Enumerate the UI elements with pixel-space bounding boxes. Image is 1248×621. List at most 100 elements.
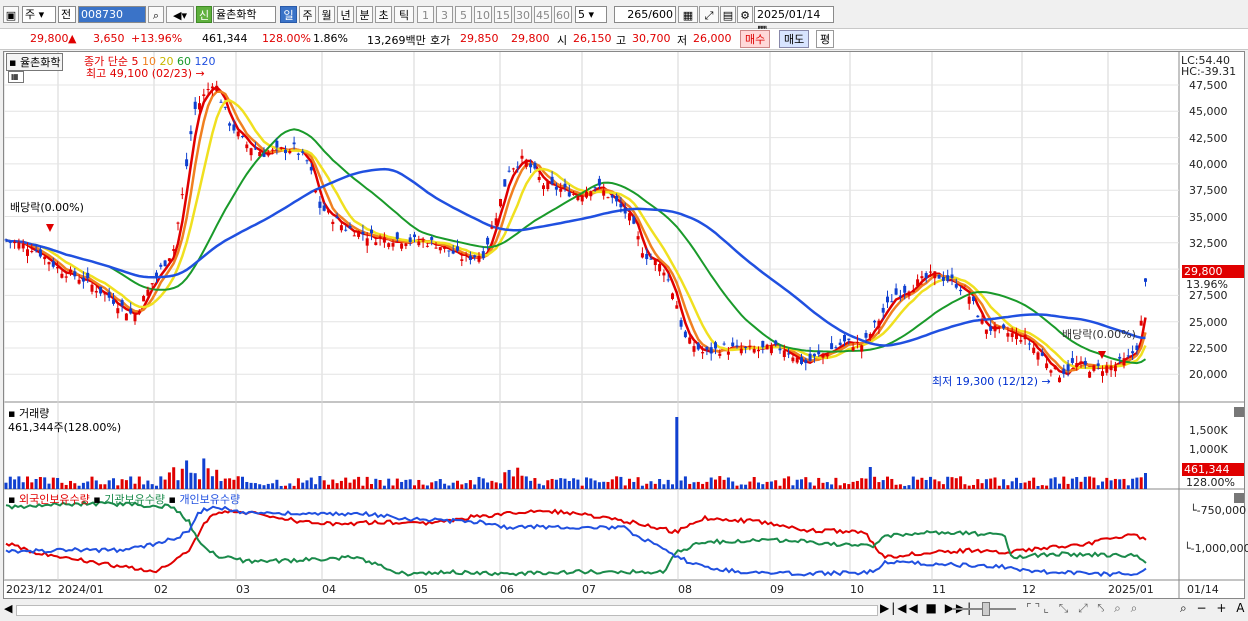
interval-10[interactable]: 10	[474, 6, 492, 23]
scroll-left-icon[interactable]: ◀	[4, 602, 12, 615]
candle-body	[413, 234, 416, 238]
candle-body	[851, 347, 855, 351]
volume-bar	[468, 480, 472, 489]
window-icon[interactable]: ▣	[3, 6, 19, 23]
volume-bar	[494, 482, 498, 489]
candle-body	[933, 271, 937, 279]
candle-body	[520, 155, 524, 159]
volume-bar	[443, 483, 447, 489]
candle-body	[90, 284, 94, 292]
sell-button[interactable]: 매도	[779, 30, 810, 48]
candle-body	[262, 153, 266, 157]
horizontal-scrollbar[interactable]	[16, 605, 878, 616]
candle-body	[391, 243, 395, 247]
code-input[interactable]: 008730	[78, 6, 146, 23]
volume-bar	[8, 476, 12, 489]
holdings-panel-close-icon[interactable]	[1234, 493, 1244, 503]
candle-body	[421, 240, 425, 242]
interval-60[interactable]: 60	[554, 6, 572, 23]
volume-bar	[838, 485, 842, 489]
candle-body	[1126, 355, 1130, 357]
tab-week[interactable]: 주	[299, 6, 316, 23]
bottom-bar: ◀ ▶|◀◀ ■ ▶▶| ⌜⌝⌞ ⤡ ⤢ ⤣ ⌕ ⌕ ⌕ − + A	[0, 600, 1248, 621]
date-input[interactable]: 2025/01/14 ▦	[754, 6, 834, 36]
open-label: 시	[557, 34, 568, 47]
candle-body	[752, 348, 756, 353]
volume-bar	[1002, 479, 1006, 489]
gear-icon[interactable]: ⚙	[737, 6, 753, 23]
candle-body	[554, 186, 558, 190]
save-icon[interactable]: ▤	[720, 6, 736, 23]
price-tick: 22,500	[1189, 342, 1228, 355]
candle-body	[1092, 365, 1096, 371]
institution-holdings-label: 기관보유수량	[104, 493, 165, 506]
candle-body	[830, 343, 834, 350]
candle-body	[1070, 358, 1074, 363]
candle-body	[60, 273, 64, 278]
volume-panel-close-icon[interactable]	[1234, 407, 1244, 417]
buy-button[interactable]: 매수	[740, 30, 771, 48]
volume-bar	[185, 460, 189, 489]
candle-body	[1118, 356, 1122, 359]
chart-area[interactable]: ▪ 율촌화학 종가 단순 5 10 20 60 120 ▦ 최고 49,100 …	[3, 51, 1248, 599]
grid-icon[interactable]: ▦	[678, 6, 698, 23]
volume-bar	[180, 468, 184, 489]
candle-body	[228, 123, 232, 126]
candle-body	[38, 249, 42, 257]
prev-button[interactable]: 전	[58, 6, 76, 23]
dividend-note-right: 배당락(0.00%)	[1062, 328, 1136, 341]
zoom-controls[interactable]: ⌕ − + A	[1180, 601, 1247, 616]
candle-body	[645, 253, 649, 260]
volume-bar	[1122, 478, 1126, 489]
tab-minute[interactable]: 분	[356, 6, 373, 23]
volume-bar	[124, 480, 128, 489]
interval-15[interactable]: 15	[494, 6, 512, 23]
holdings-tick-750k: └-750,000	[1190, 504, 1247, 517]
candle-body	[443, 246, 447, 249]
volume-bar	[886, 476, 889, 489]
search-icon[interactable]: ⌕	[148, 6, 164, 23]
volume-bars	[4, 417, 1147, 489]
volume-bar	[851, 481, 855, 489]
drawing-tools[interactable]: ⌜⌝⌞ ⤡ ⤢ ⤣ ⌕ ⌕	[1026, 601, 1140, 616]
interval-3[interactable]: 3	[436, 6, 453, 23]
candle-body	[335, 216, 339, 219]
zoom-slider-handle[interactable]	[982, 602, 990, 616]
candle-body	[69, 269, 72, 273]
volume-bar	[198, 479, 201, 489]
volume-bar	[1092, 477, 1096, 489]
table-icon[interactable]: ▦	[8, 71, 24, 83]
volume-bar	[133, 483, 137, 489]
count-field[interactable]: 265/600	[614, 6, 676, 23]
candle-body	[387, 243, 391, 247]
volume-bar	[253, 483, 257, 489]
candle-body	[447, 250, 451, 252]
candle-body	[877, 320, 881, 328]
volume-bar	[348, 482, 352, 489]
chart-tool-icon[interactable]: ⤢	[699, 6, 719, 23]
interval-1[interactable]: 1	[417, 6, 434, 23]
last-volume-badge: 461,344	[1182, 463, 1244, 476]
tab-day[interactable]: 일	[280, 6, 297, 23]
volume-bar	[963, 484, 967, 489]
tab-month[interactable]: 월	[318, 6, 335, 23]
tab-tick[interactable]: 틱	[394, 6, 414, 23]
tab-second[interactable]: 초	[375, 6, 392, 23]
eval-button[interactable]: 평	[816, 30, 835, 48]
tab-year[interactable]: 년	[337, 6, 354, 23]
volume-bar	[1062, 476, 1066, 489]
interval-30[interactable]: 30	[514, 6, 532, 23]
candle-body	[812, 353, 816, 357]
interval-5[interactable]: 5	[455, 6, 472, 23]
candle-body	[658, 264, 662, 272]
candle-body	[167, 258, 171, 262]
interval-45[interactable]: 45	[534, 6, 552, 23]
interval-select[interactable]: 5 ▾	[575, 6, 607, 23]
candle-body	[499, 198, 502, 207]
hc-label: HC:-39.31	[1181, 65, 1237, 78]
volume-bar	[60, 482, 64, 489]
volume-bar	[709, 477, 713, 489]
market-select[interactable]: 주 ▾	[22, 6, 56, 23]
candle-body	[984, 329, 988, 334]
speaker-icon[interactable]: ◀▾	[166, 6, 194, 23]
